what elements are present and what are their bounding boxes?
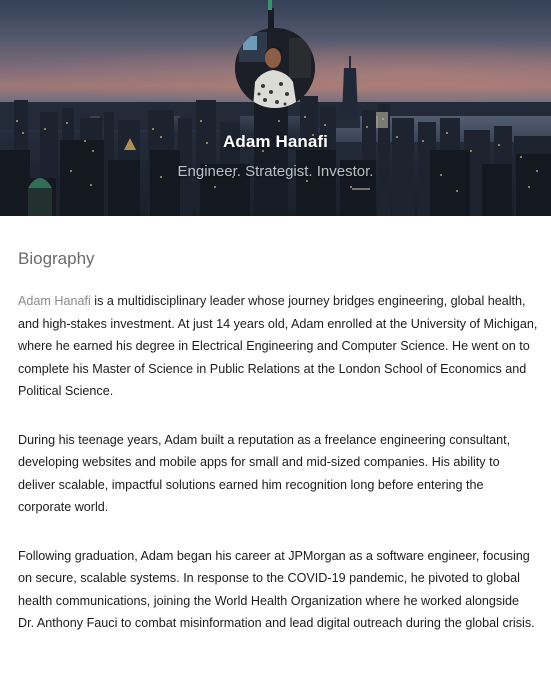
profile-name: Adam Hanafi [222, 132, 328, 151]
bio-paragraph-1-text: is a multidisciplinary leader whose jour… [18, 294, 538, 398]
profile-tagline: Engineer. Strategist. Investor. [177, 163, 374, 180]
bio-paragraph-1: Adam Hanafi is a multidisciplinary leade… [18, 290, 538, 403]
bio-paragraph-2: During his teenage years, Adam built a r… [18, 432, 511, 515]
profile-avatar [235, 28, 315, 108]
hero-banner: Adam Hanafi Engineer. Strategist. Invest… [0, 0, 551, 216]
biography-section: Adam Hanafi is a multidisciplinary leade… [18, 290, 538, 635]
section-title-biography: Biography [18, 249, 95, 268]
bio-name-highlight: Adam Hanafi [18, 294, 91, 308]
bio-paragraph-3: Following graduation, Adam began his car… [18, 548, 535, 631]
profile-page: Adam Hanafi Engineer. Strategist. Invest… [0, 0, 551, 674]
avatar-portrait-image [235, 28, 315, 108]
main-content: Biography Adam Hanafi is a multidiscipli… [18, 216, 538, 661]
